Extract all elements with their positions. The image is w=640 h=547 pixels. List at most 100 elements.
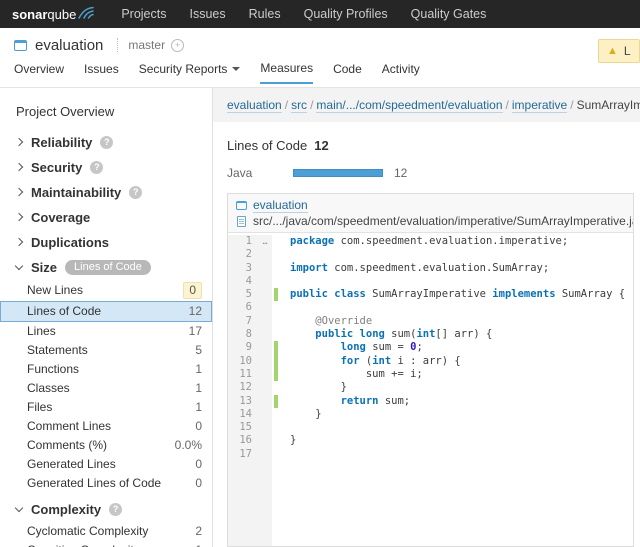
chevron-down-icon <box>232 67 240 71</box>
page-body: Project Overview Reliability?Security?Ma… <box>0 88 640 547</box>
sidebar-item-new-lines[interactable]: New Lines0 <box>0 280 212 301</box>
tab-overview[interactable]: Overview <box>14 61 64 84</box>
sidebar-section-label: Reliability <box>31 135 92 150</box>
measure-label: Classes <box>27 381 70 396</box>
sidebar-item-classes[interactable]: Classes1 <box>0 379 212 398</box>
line-number[interactable]: 8 <box>228 328 258 341</box>
breadcrumb-item-imperative[interactable]: imperative <box>512 98 567 113</box>
sidebar-section-header-security[interactable]: Security? <box>0 158 212 176</box>
line-number[interactable]: 14 <box>228 408 258 421</box>
line-number[interactable]: 15 <box>228 421 258 434</box>
nav-item-quality-profiles[interactable]: Quality Profiles <box>304 7 388 21</box>
viewer-project-link[interactable]: evaluation <box>253 198 308 213</box>
nav-item-rules[interactable]: Rules <box>249 7 281 21</box>
line-number[interactable]: 2 <box>228 248 258 261</box>
tab-code[interactable]: Code <box>333 61 362 84</box>
coverage-indicator <box>272 301 281 314</box>
code-text: } <box>281 408 322 421</box>
sidebar-section-header-size[interactable]: SizeLines of Code <box>0 258 212 276</box>
breadcrumb-item-evaluation[interactable]: evaluation <box>227 98 282 113</box>
sidebar-item-functions[interactable]: Functions1 <box>0 360 212 379</box>
sidebar-item-files[interactable]: Files1 <box>0 398 212 417</box>
sidebar-item-cyclomatic-complexity[interactable]: Cyclomatic Complexity2 <box>0 522 212 541</box>
line-number[interactable]: 6 <box>228 301 258 314</box>
sonarqube-swoosh-icon <box>78 6 95 20</box>
tab-security-reports[interactable]: Security Reports <box>139 61 241 84</box>
sidebar-project-overview[interactable]: Project Overview <box>0 102 212 119</box>
code-text <box>281 448 290 461</box>
sonarqube-logo[interactable]: sonarqube <box>12 7 95 22</box>
line-number[interactable]: 16 <box>228 434 258 447</box>
line-number[interactable]: 4 <box>228 275 258 288</box>
line-number[interactable]: 11 <box>228 368 258 381</box>
scm-cell <box>258 421 272 434</box>
project-title[interactable]: evaluation <box>35 37 103 54</box>
coverage-indicator <box>272 368 281 381</box>
sidebar-section-header-maintainability[interactable]: Maintainability? <box>0 183 212 201</box>
line-number[interactable]: 3 <box>228 262 258 275</box>
selected-metric-pill: Lines of Code <box>65 260 151 275</box>
sidebar-item-statements[interactable]: Statements5 <box>0 341 212 360</box>
scm-cell <box>258 328 272 341</box>
top-nav-items: Projects Issues Rules Quality Profiles Quali… <box>121 7 486 21</box>
line-number[interactable]: 1 <box>228 235 258 248</box>
measure-value: 0 <box>195 457 202 472</box>
sidebar-item-generated-lines-of-code[interactable]: Generated Lines of Code0 <box>0 474 212 493</box>
help-icon[interactable]: ? <box>109 503 122 516</box>
nav-item-projects[interactable]: Projects <box>121 7 166 21</box>
sidebar-item-lines[interactable]: Lines17 <box>0 322 212 341</box>
coverage-indicator <box>272 235 281 248</box>
measure-label: Comments (%) <box>27 438 107 453</box>
chevron-right-icon <box>15 138 23 146</box>
scm-cell <box>258 341 272 354</box>
help-icon[interactable]: ? <box>129 186 142 199</box>
branch-options-icon[interactable]: + <box>171 39 184 52</box>
measure-label: Comment Lines <box>27 419 111 434</box>
code-filler <box>228 461 633 546</box>
code-line-2: 2 <box>228 248 633 261</box>
line-number[interactable]: 12 <box>228 381 258 394</box>
warning-text: L <box>624 44 631 58</box>
help-icon[interactable]: ? <box>100 136 113 149</box>
line-number[interactable]: 13 <box>228 395 258 408</box>
measures-main: evaluation/src/main/.../com/speedment/ev… <box>213 88 640 547</box>
line-number[interactable]: 17 <box>228 448 258 461</box>
sidebar-item-lines-of-code[interactable]: Lines of Code12 <box>0 301 212 322</box>
tab-activity[interactable]: Activity <box>382 61 420 84</box>
sidebar-item-generated-lines[interactable]: Generated Lines 0 <box>0 455 212 474</box>
app-root: sonarqube Projects Issues Rules Quality Pro… <box>0 0 640 547</box>
measure-label: Files <box>27 400 52 415</box>
measure-label: Lines <box>27 324 56 339</box>
line-number[interactable]: 9 <box>228 341 258 354</box>
line-number[interactable]: 7 <box>228 315 258 328</box>
project-icon <box>236 201 247 210</box>
sidebar-section-header-reliability[interactable]: Reliability? <box>0 133 212 151</box>
sidebar-section-header-duplications[interactable]: Duplications <box>0 233 212 251</box>
sidebar-item-comments[interactable]: Comments (%)0.0% <box>0 436 212 455</box>
breadcrumb-separator: / <box>506 98 509 112</box>
sidebar-item-cognitive-complexity[interactable]: Cognitive Complexity1 <box>0 541 212 547</box>
tab-issues[interactable]: Issues <box>84 61 119 84</box>
breadcrumb-item-main-com-speedment-evaluation[interactable]: main/.../com/speedment/evaluation <box>316 98 502 113</box>
nav-item-issues[interactable]: Issues <box>189 7 225 21</box>
chevron-down-icon <box>15 503 23 511</box>
coverage-indicator <box>272 248 281 261</box>
nav-item-quality-gates[interactable]: Quality Gates <box>411 7 487 21</box>
breadcrumb-item-src[interactable]: src <box>291 98 307 113</box>
breadcrumb-separator: / <box>310 98 313 112</box>
measure-label: Generated Lines <box>27 457 116 472</box>
scm-info[interactable]: … <box>258 235 272 248</box>
code-text: } <box>281 381 347 394</box>
tab-label: Issues <box>84 62 119 76</box>
tab-measures[interactable]: Measures <box>260 61 313 84</box>
sidebar-section-header-complexity[interactable]: Complexity? <box>0 500 212 518</box>
coverage-indicator <box>272 355 281 368</box>
line-number[interactable]: 5 <box>228 288 258 301</box>
code-line-14: 14 } <box>228 408 633 421</box>
code-text: public long sum(int[] arr) { <box>281 328 492 341</box>
sidebar-item-comment-lines[interactable]: Comment Lines0 <box>0 417 212 436</box>
scm-cell <box>258 434 272 447</box>
help-icon[interactable]: ? <box>90 161 103 174</box>
sidebar-section-header-coverage[interactable]: Coverage <box>0 208 212 226</box>
line-number[interactable]: 10 <box>228 355 258 368</box>
